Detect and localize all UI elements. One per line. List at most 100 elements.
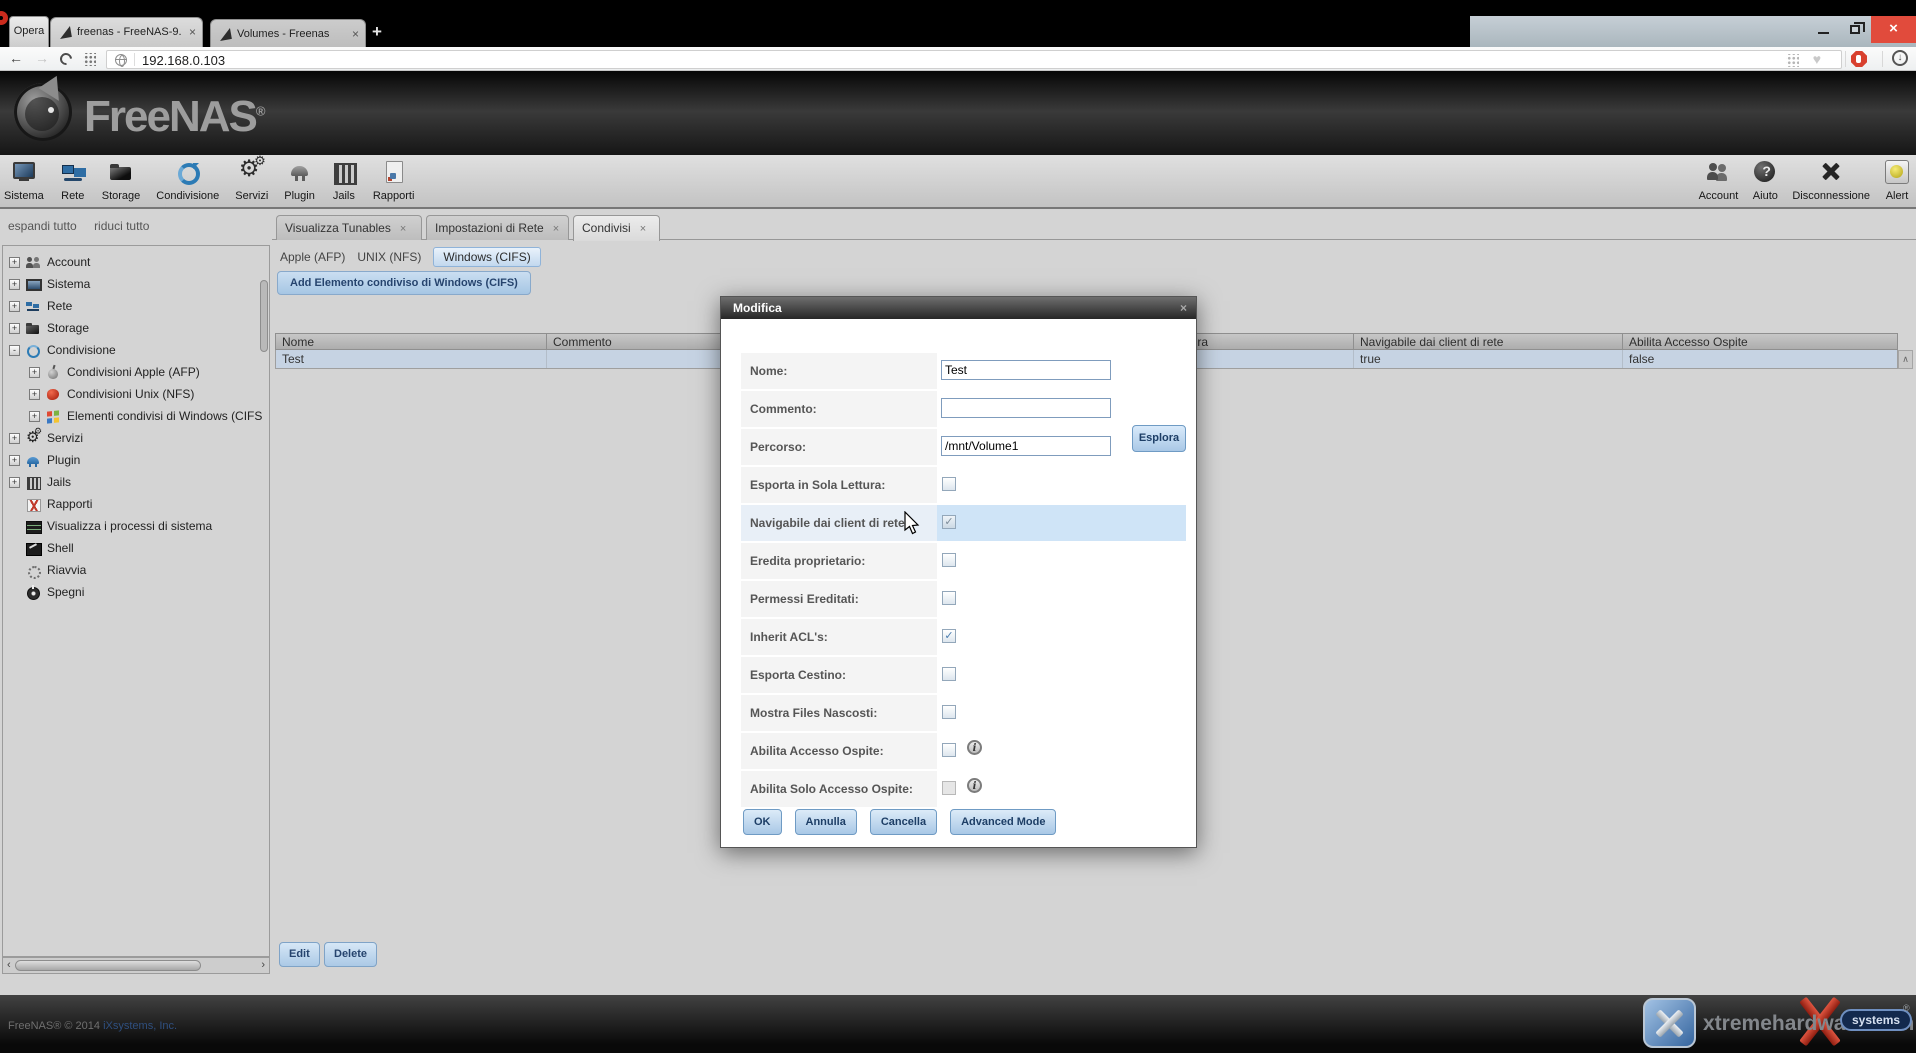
tree-item-riavvia[interactable]: Riavvia bbox=[3, 559, 269, 581]
tab-close-icon[interactable]: × bbox=[352, 27, 359, 41]
column-header[interactable]: Nome bbox=[276, 334, 547, 349]
stop-hand-icon[interactable] bbox=[1851, 51, 1867, 67]
forward-icon[interactable]: → bbox=[35, 50, 49, 66]
scroll-left-icon[interactable]: ‹ bbox=[7, 959, 11, 972]
download-icon[interactable]: ↓ bbox=[1892, 50, 1908, 66]
reload-icon[interactable] bbox=[58, 51, 75, 68]
heart-icon[interactable]: ♥ bbox=[1813, 51, 1821, 67]
tab-close-icon[interactable]: × bbox=[189, 25, 196, 39]
expander-icon[interactable]: + bbox=[9, 301, 20, 312]
toolbar-item-aiuto[interactable]: Aiuto bbox=[1752, 159, 1778, 204]
restore-button[interactable] bbox=[1842, 18, 1868, 42]
info-icon[interactable]: i bbox=[967, 778, 982, 793]
column-header[interactable]: Abilita Accesso Ospite bbox=[1623, 334, 1895, 349]
toolbar-item-storage[interactable]: Storage bbox=[102, 159, 141, 204]
checkbox-disabled[interactable] bbox=[942, 781, 956, 795]
checkbox[interactable] bbox=[942, 667, 956, 681]
tree-item-sistema[interactable]: +Sistema bbox=[3, 273, 269, 295]
tree-item-servizi[interactable]: +Servizi bbox=[3, 427, 269, 449]
toolbar-item-servizi[interactable]: Servizi bbox=[235, 159, 268, 204]
annulla-button[interactable]: Annulla bbox=[795, 809, 857, 835]
expander-icon[interactable]: + bbox=[29, 411, 40, 422]
opera-menu-button[interactable]: Opera bbox=[9, 16, 49, 47]
browser-tab-inactive[interactable]: Volumes - Freenas × bbox=[210, 19, 366, 47]
tab-condivisi[interactable]: Condivisi× bbox=[573, 215, 660, 241]
url-input[interactable]: 192.168.0.103 ♥ bbox=[106, 50, 1842, 69]
tree-item-rete[interactable]: +Rete bbox=[3, 295, 269, 317]
ixsystems-link[interactable]: iXsystems, Inc. bbox=[103, 1020, 177, 1032]
column-header[interactable]: Navigabile dai client di rete bbox=[1354, 334, 1623, 349]
advanced-mode-button[interactable]: Advanced Mode bbox=[950, 809, 1056, 835]
checkbox[interactable] bbox=[942, 591, 956, 605]
checkbox[interactable] bbox=[942, 743, 956, 757]
browser-tab-active[interactable]: freenas - FreeNAS-9.2.1.5- × bbox=[50, 17, 203, 47]
toolbar-item-account[interactable]: Account bbox=[1699, 159, 1739, 204]
collapse-all-link[interactable]: riduci tutto bbox=[94, 219, 149, 233]
subtab-unix-nfs[interactable]: UNIX (NFS) bbox=[357, 250, 421, 264]
delete-button[interactable]: Delete bbox=[324, 942, 377, 967]
toolbar-item-condivisione[interactable]: Condivisione bbox=[156, 159, 219, 204]
tab-visualizza-tunables[interactable]: Visualizza Tunables× bbox=[276, 215, 422, 240]
url-text[interactable]: 192.168.0.103 bbox=[142, 53, 225, 68]
horizontal-scrollbar[interactable]: ‹ › bbox=[2, 957, 270, 974]
new-tab-button[interactable]: + bbox=[372, 22, 382, 42]
toolbar-item-sistema[interactable]: Sistema bbox=[4, 159, 44, 204]
tree-item-storage[interactable]: +Storage bbox=[3, 317, 269, 339]
tab-impostazioni-di-rete[interactable]: Impostazioni di Rete× bbox=[426, 215, 569, 240]
close-button[interactable]: × bbox=[1871, 16, 1916, 43]
tab-close-icon[interactable]: × bbox=[553, 223, 559, 235]
toolbar-item-plugin[interactable]: Plugin bbox=[284, 159, 315, 204]
grid-icon[interactable] bbox=[1786, 54, 1799, 67]
expander-icon[interactable]: + bbox=[29, 367, 40, 378]
toolbar-item-rete[interactable]: Rete bbox=[60, 159, 86, 204]
dialog-close-icon[interactable]: × bbox=[1180, 301, 1187, 315]
vertical-scrollbar-thumb[interactable] bbox=[260, 280, 268, 352]
minimize-button[interactable] bbox=[1810, 18, 1836, 42]
checkbox[interactable] bbox=[942, 705, 956, 719]
info-icon[interactable]: i bbox=[967, 740, 982, 755]
toolbar-item-alert[interactable]: Alert bbox=[1884, 159, 1910, 204]
back-icon[interactable]: ← bbox=[9, 50, 23, 66]
nome-input[interactable] bbox=[941, 360, 1111, 380]
expander-icon[interactable]: + bbox=[9, 323, 20, 334]
add-cifs-share-button[interactable]: Add Elemento condiviso di Windows (CIFS) bbox=[277, 271, 531, 295]
browse-button[interactable]: Esplora bbox=[1132, 425, 1186, 452]
dialog-titlebar[interactable]: Modifica bbox=[721, 297, 1196, 319]
toolbar-item-jails[interactable]: Jails bbox=[331, 159, 357, 204]
tab-close-icon[interactable]: × bbox=[400, 223, 406, 235]
checkbox[interactable] bbox=[942, 553, 956, 567]
commento-input[interactable] bbox=[941, 398, 1111, 418]
tree-item-rapporti[interactable]: Rapporti bbox=[3, 493, 269, 515]
expander-icon[interactable]: + bbox=[9, 257, 20, 268]
expand-all-link[interactable]: espandi tutto bbox=[8, 219, 77, 233]
expander-icon[interactable]: + bbox=[9, 455, 20, 466]
tree-item-processi[interactable]: Visualizza i processi di sistema bbox=[3, 515, 269, 537]
checkbox[interactable] bbox=[942, 477, 956, 491]
percorso-input[interactable] bbox=[941, 436, 1111, 456]
tree-item-condivisione[interactable]: -Condivisione bbox=[3, 339, 269, 361]
tab-close-icon[interactable]: × bbox=[640, 223, 646, 235]
cancella-button[interactable]: Cancella bbox=[870, 809, 937, 835]
subtab-apple-afp[interactable]: Apple (AFP) bbox=[280, 250, 345, 264]
site-badge-icon[interactable] bbox=[115, 54, 127, 66]
tree-item-nfs[interactable]: +Condivisioni Unix (NFS) bbox=[3, 383, 269, 405]
tree-item-spegni[interactable]: Spegni bbox=[3, 581, 269, 603]
toolbar-item-disconnessione[interactable]: Disconnessione bbox=[1792, 159, 1870, 204]
tree-item-afp[interactable]: +Condivisioni Apple (AFP) bbox=[3, 361, 269, 383]
checkbox-checked[interactable]: ✓ bbox=[942, 515, 956, 529]
tree-item-plugin[interactable]: +Plugin bbox=[3, 449, 269, 471]
tree-item-jails[interactable]: +Jails bbox=[3, 471, 269, 493]
scroll-up-icon[interactable]: ∧ bbox=[1898, 350, 1913, 369]
subtab-windows-cifs[interactable]: Windows (CIFS) bbox=[433, 247, 540, 267]
tree-item-shell[interactable]: Shell bbox=[3, 537, 269, 559]
expander-icon[interactable]: + bbox=[9, 279, 20, 290]
ok-button[interactable]: OK bbox=[743, 809, 782, 835]
edit-button[interactable]: Edit bbox=[279, 942, 320, 967]
tree-item-account[interactable]: +Account bbox=[3, 251, 269, 273]
expander-icon[interactable]: + bbox=[9, 433, 20, 444]
speed-dial-icon[interactable] bbox=[83, 53, 96, 66]
expander-icon[interactable]: + bbox=[29, 389, 40, 400]
scroll-right-icon[interactable]: › bbox=[261, 959, 265, 972]
toolbar-item-rapporti[interactable]: Rapporti bbox=[373, 159, 415, 204]
collapse-icon[interactable]: - bbox=[9, 345, 20, 356]
